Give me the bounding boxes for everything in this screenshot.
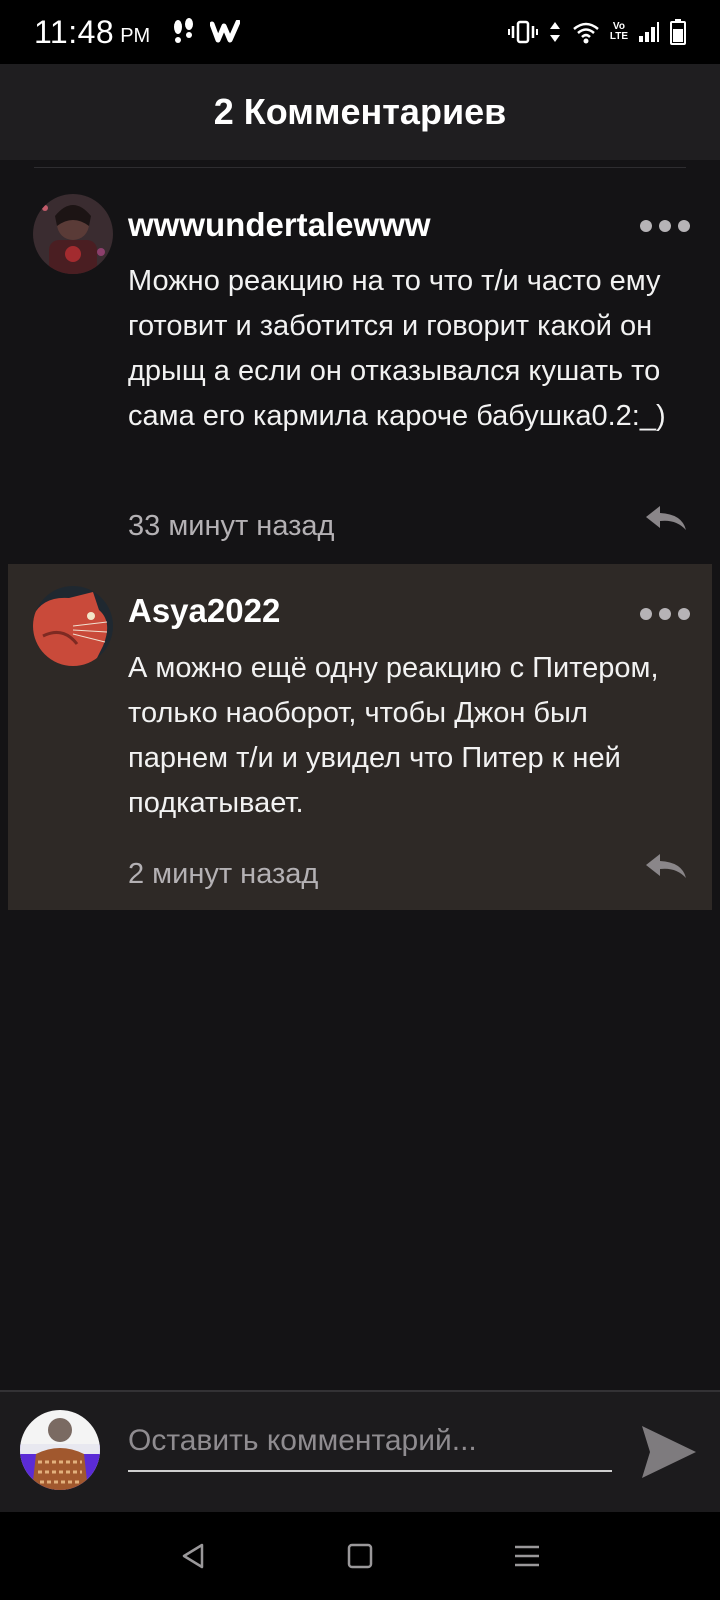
comment-timestamp: 33 минут назад — [128, 510, 335, 542]
comment-input[interactable] — [128, 1412, 612, 1472]
status-system-icons: Vo LTE — [507, 19, 686, 45]
more-options-button[interactable] — [640, 220, 690, 232]
comment-username[interactable]: Asya2022 — [128, 592, 280, 630]
comment-text: Можно реакцию на то что т/и часто ему го… — [128, 265, 666, 432]
dot-icon — [640, 608, 652, 620]
signal-icon — [639, 22, 659, 42]
avatar[interactable] — [33, 586, 113, 666]
status-bar: 11:48 PM Vo LTE — [0, 0, 720, 64]
footprint-icon — [174, 18, 194, 43]
wattpad-icon — [210, 20, 241, 43]
comment-item: wwwundertalewww Можно реакцию на то что … — [8, 176, 712, 562]
battery-icon — [670, 19, 686, 45]
page-title: 2 Комментариев — [213, 91, 507, 132]
status-ampm: PM — [120, 24, 151, 47]
lte-label: LTE — [609, 31, 628, 42]
wifi-icon — [573, 22, 599, 44]
status-time: 11:48 — [34, 13, 115, 50]
vibrate-icon — [507, 20, 538, 44]
reply-icon[interactable] — [644, 852, 688, 880]
dot-icon — [659, 608, 671, 620]
comment-composer — [0, 1390, 720, 1512]
menu-button[interactable] — [507, 1536, 547, 1576]
data-arrows-icon — [549, 22, 560, 42]
comment-timestamp: 2 минут назад — [128, 858, 319, 890]
home-button[interactable] — [340, 1536, 380, 1576]
comment-username[interactable]: wwwundertalewww — [128, 206, 431, 244]
reply-icon[interactable] — [644, 504, 688, 532]
more-options-button[interactable] — [640, 608, 690, 620]
comment-item: Asya2022 А можно ещё одну реакцию с Пите… — [8, 564, 712, 910]
menu-icon — [514, 1545, 539, 1567]
status-notification-icons — [172, 18, 241, 46]
system-nav-bar — [0, 1512, 720, 1600]
dot-icon — [659, 220, 671, 232]
comment-text: А можно ещё одну реакцию с Питером, толь… — [128, 652, 659, 819]
current-user-avatar[interactable] — [20, 1410, 100, 1490]
divider — [34, 167, 686, 168]
avatar[interactable] — [33, 194, 113, 274]
volte-indicator: Vo LTE — [610, 22, 628, 42]
comments-header: 2 Комментариев — [0, 64, 720, 160]
home-icon — [347, 1543, 373, 1569]
dot-icon — [640, 220, 652, 232]
dot-icon — [678, 220, 690, 232]
dot-icon — [678, 608, 690, 620]
send-icon[interactable] — [640, 1424, 698, 1480]
back-icon — [183, 1543, 204, 1569]
back-button[interactable] — [173, 1536, 213, 1576]
